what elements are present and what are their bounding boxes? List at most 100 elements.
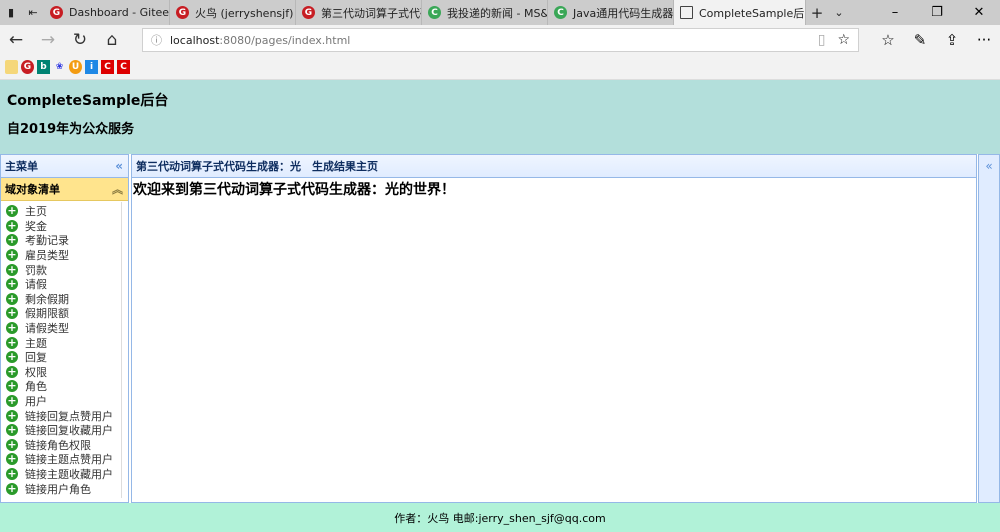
browser-tab[interactable]: G 第三代动词算子式代码: [296, 0, 422, 25]
tab-aside-icon[interactable]: ⇤: [22, 0, 44, 25]
browser-tab[interactable]: CompleteSample后✕: [674, 0, 806, 25]
menu-item[interactable]: + 权限: [1, 365, 121, 380]
home-button[interactable]: ⌂: [96, 30, 128, 50]
bookmarks-bar: G b ❀ U i C C: [0, 55, 1000, 80]
menu-item[interactable]: + 罚款: [1, 262, 121, 277]
menu-item[interactable]: + 主页: [1, 204, 121, 219]
c-icon: C: [428, 6, 441, 19]
tab-title: Java通用代码生成器光: [573, 6, 674, 20]
info-icon[interactable]: ⓘ: [151, 32, 162, 48]
menu-item[interactable]: + 回复: [1, 350, 121, 365]
add-icon: +: [6, 423, 18, 437]
menu-item-label: 链接用户角色: [25, 482, 91, 496]
menu-item-label: 奖金: [25, 219, 47, 233]
menu-item[interactable]: + 奖金: [1, 219, 121, 234]
reading-view-icon[interactable]: ▯: [818, 32, 826, 48]
menu-item-label: 角色: [25, 380, 47, 394]
menu-item[interactable]: + 用户: [1, 394, 121, 409]
browser-tab[interactable]: C Java通用代码生成器光: [548, 0, 674, 25]
minimize-button[interactable]: –: [874, 0, 916, 25]
bing-bookmark-icon[interactable]: b: [37, 60, 50, 74]
favorites-icon[interactable]: ☆: [872, 31, 904, 49]
tab-list-chevron-icon[interactable]: ⌄: [828, 0, 850, 25]
page-subtitle: 自2019年为公众服务: [7, 122, 135, 137]
add-icon: +: [6, 291, 18, 305]
menu-item-label: 剩余假期: [25, 292, 69, 306]
folder-bookmark-icon[interactable]: [5, 60, 18, 74]
c-icon: C: [554, 6, 567, 19]
menu-item-label: 雇员类型: [25, 249, 69, 263]
menu-item-label: 请假: [25, 278, 47, 292]
address-bar[interactable]: ⓘ localhost:8080/pages/index.html ▯ ☆: [142, 28, 859, 52]
menu-item-label: 假期限额: [25, 307, 69, 321]
c-bookmark-icon[interactable]: C: [117, 60, 130, 74]
more-icon[interactable]: ···: [968, 31, 1000, 49]
tab-actions-icon[interactable]: ▮: [0, 0, 22, 25]
collapse-up-icon[interactable]: ︽: [112, 181, 123, 197]
tab-title: Dashboard - Gitee: [69, 6, 170, 19]
menu-item[interactable]: + 考勤记录: [1, 233, 121, 248]
add-icon: +: [6, 364, 18, 378]
expand-east-icon[interactable]: «: [979, 159, 999, 173]
close-window-button[interactable]: ✕: [958, 0, 1000, 25]
menu-item-label: 权限: [25, 365, 47, 379]
menu-item-label: 主页: [25, 205, 47, 219]
menu-item[interactable]: + 假期限额: [1, 306, 121, 321]
east-panel-collapsed: «: [978, 154, 1000, 503]
menu-item[interactable]: + 链接用户角色: [1, 481, 121, 496]
menu-item-label: 罚款: [25, 263, 47, 277]
share-icon[interactable]: ⇪: [936, 31, 968, 49]
menu-item[interactable]: + 链接主题点赞用户: [1, 452, 121, 467]
add-icon: +: [6, 481, 18, 495]
u-bookmark-icon[interactable]: U: [69, 60, 82, 74]
gitee-icon: G: [302, 6, 315, 19]
menu-item[interactable]: + 角色: [1, 379, 121, 394]
menu-item-label: 链接主题点赞用户: [25, 453, 113, 467]
favorite-star-icon[interactable]: ☆: [837, 32, 850, 48]
tab-title: 火鸟 (jerryshensjf) - Git: [195, 6, 295, 20]
collapse-left-icon[interactable]: «: [115, 159, 123, 173]
footer-text: 作者：火鸟 电邮:jerry_shen_sjf@qq.com: [394, 511, 606, 525]
menu-item-label: 主题: [25, 336, 47, 350]
browser-tab-bar: ▮ ⇤ G Dashboard - Gitee G 火鸟 (jerryshensjf)…: [0, 0, 1000, 25]
gitee-bookmark-icon[interactable]: G: [21, 60, 34, 74]
menu-item[interactable]: + 链接回复收藏用户: [1, 423, 121, 438]
add-icon: +: [6, 306, 18, 320]
refresh-button[interactable]: ↻: [64, 30, 96, 50]
browser-tab[interactable]: C 我投递的新闻 - MS&A(: [422, 0, 548, 25]
page-title: CompleteSample后台: [7, 93, 169, 109]
menu-item-label: 用户: [25, 395, 47, 409]
menu-item[interactable]: + 主题: [1, 335, 121, 350]
menu-item[interactable]: + 请假类型: [1, 321, 121, 336]
menu-item[interactable]: + 请假: [1, 277, 121, 292]
c-bookmark-icon[interactable]: C: [101, 60, 114, 74]
add-icon: +: [6, 394, 18, 408]
pen-icon[interactable]: ✎: [904, 31, 936, 49]
menu-item-label: 考勤记录: [25, 234, 69, 248]
tab-title: 我投递的新闻 - MS&A(: [447, 6, 547, 20]
menu-item[interactable]: + 链接角色权限: [1, 438, 121, 453]
forward-button[interactable]: →: [32, 30, 64, 50]
add-icon: +: [6, 379, 18, 393]
menu-item-label: 链接回复收藏用户: [25, 424, 113, 438]
new-tab-button[interactable]: +: [806, 0, 828, 25]
add-icon: +: [6, 218, 18, 232]
restore-button[interactable]: ❐: [916, 0, 958, 25]
browser-tab[interactable]: G Dashboard - Gitee: [44, 0, 170, 25]
i-bookmark-icon[interactable]: i: [85, 60, 98, 74]
baidu-bookmark-icon[interactable]: ❀: [53, 60, 66, 74]
accordion-header[interactable]: 域对象清单 ︽: [1, 178, 128, 201]
add-icon: +: [6, 321, 18, 335]
menu-item[interactable]: + 链接主题收藏用户: [1, 467, 121, 482]
browser-tab[interactable]: G 火鸟 (jerryshensjf) - Git: [170, 0, 296, 25]
back-button[interactable]: ←: [0, 30, 32, 50]
menu-item[interactable]: + 链接回复点赞用户: [1, 408, 121, 423]
menu-item[interactable]: + 雇员类型: [1, 248, 121, 263]
add-icon: +: [6, 248, 18, 262]
welcome-text: 欢迎来到第三代动词算子式代码生成器：光的世界！: [133, 182, 455, 198]
gitee-icon: G: [176, 6, 189, 19]
footer: 作者：火鸟 电邮:jerry_shen_sjf@qq.com: [0, 503, 1000, 532]
menu-item[interactable]: + 剩余假期: [1, 292, 121, 307]
add-icon: +: [6, 437, 18, 451]
add-icon: +: [6, 350, 18, 364]
